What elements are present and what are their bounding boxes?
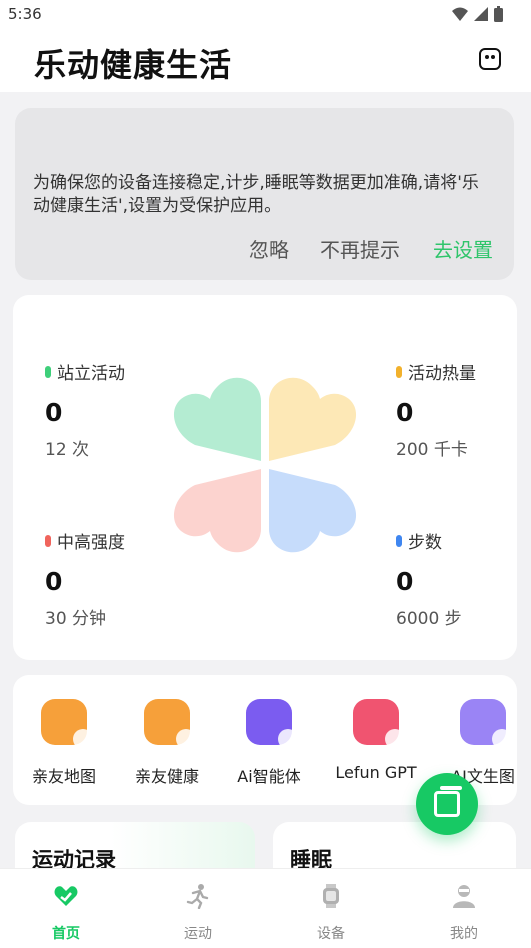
activity-stats-card[interactable]: 站立活动 0 12 次 活动热量 0 200 千卡 中高强度 0 30 分钟 步… <box>13 295 517 660</box>
floating-window-button[interactable] <box>416 773 478 835</box>
stat-value: 0 <box>396 398 414 427</box>
stat-label: 活动热量 <box>408 364 476 384</box>
stat-value: 0 <box>396 567 414 596</box>
tab-profile[interactable]: 我的 <box>398 869 530 948</box>
protect-app-notice: 为确保您的设备连接稳定,计步,睡眠等数据更加准确,请将'乐动健康生活',设置为受… <box>15 108 514 280</box>
stat-steps[interactable]: 步数 0 6000 步 <box>396 528 462 629</box>
tab-home[interactable]: 首页 <box>0 869 132 948</box>
profile-icon <box>453 885 475 908</box>
tool-label: Ai智能体 <box>237 767 301 786</box>
status-icons <box>452 6 503 22</box>
stat-goal: 12 次 <box>45 440 90 460</box>
running-icon <box>186 884 209 910</box>
stat-value: 0 <box>45 398 63 427</box>
family-map-icon <box>41 699 93 749</box>
steps-dot <box>396 534 402 547</box>
stat-intensity[interactable]: 中高强度 0 30 分钟 <box>45 528 125 629</box>
stat-standing[interactable]: 站立活动 0 12 次 <box>45 359 125 460</box>
stat-label: 中高强度 <box>57 533 125 553</box>
lefun-gpt-icon <box>353 699 405 749</box>
tool-label: 亲友地图 <box>31 767 96 786</box>
stat-calories[interactable]: 活动热量 0 200 千卡 <box>396 359 476 460</box>
stat-value: 0 <box>45 567 63 596</box>
ignore-button[interactable]: 忽略 <box>249 234 289 263</box>
notice-message: 为确保您的设备连接稳定,计步,睡眠等数据更加准确,请将'乐动健康生活',设置为受… <box>33 173 479 216</box>
stat-label: 站立活动 <box>57 364 125 384</box>
intensity-dot <box>45 534 51 547</box>
family-health-icon <box>144 699 196 749</box>
tab-label: 我的 <box>450 926 478 942</box>
page-title: 乐动健康生活 <box>34 46 233 84</box>
status-time: 5:36 <box>8 5 42 23</box>
tool-label: 亲友健康 <box>134 767 199 786</box>
face-scan-icon[interactable] <box>479 48 501 70</box>
standing-dot <box>45 365 51 378</box>
watch-icon <box>323 884 339 908</box>
tab-label: 运动 <box>184 926 212 942</box>
status-bar: 5:36 <box>0 0 531 30</box>
stat-goal: 200 千卡 <box>396 440 468 460</box>
bottom-tab-bar: 首页 运动 设备 我的 <box>0 868 531 948</box>
tool-ai-agent[interactable]: Ai智能体 <box>219 699 319 787</box>
home-heart-icon <box>54 886 78 906</box>
tab-label: 设备 <box>317 926 345 942</box>
tool-family-health[interactable]: 亲友健康 <box>117 699 217 787</box>
tool-lefun-gpt[interactable]: Lefun GPT <box>326 699 426 782</box>
go-to-settings-button[interactable]: 去设置 <box>433 234 493 263</box>
dont-remind-button[interactable]: 不再提示 <box>320 234 400 263</box>
signal-icon <box>474 7 488 21</box>
tab-exercise[interactable]: 运动 <box>132 869 264 948</box>
app-header: 乐动健康生活 <box>0 30 531 92</box>
wifi-icon <box>452 7 468 21</box>
stat-goal: 6000 步 <box>396 609 462 629</box>
calories-dot <box>396 365 402 378</box>
tab-label: 首页 <box>52 926 80 942</box>
window-icon-top <box>440 786 462 790</box>
ai-image-icon <box>460 699 512 749</box>
stat-label: 步数 <box>408 533 442 553</box>
four-leaf-clover-icon <box>173 377 357 553</box>
ai-agent-icon <box>246 699 298 749</box>
tool-label: Lefun GPT <box>335 763 417 782</box>
tab-device[interactable]: 设备 <box>265 869 397 948</box>
stat-goal: 30 分钟 <box>45 609 107 629</box>
battery-icon <box>494 6 503 22</box>
tool-family-map[interactable]: 亲友地图 <box>14 699 114 787</box>
window-icon <box>434 791 460 817</box>
